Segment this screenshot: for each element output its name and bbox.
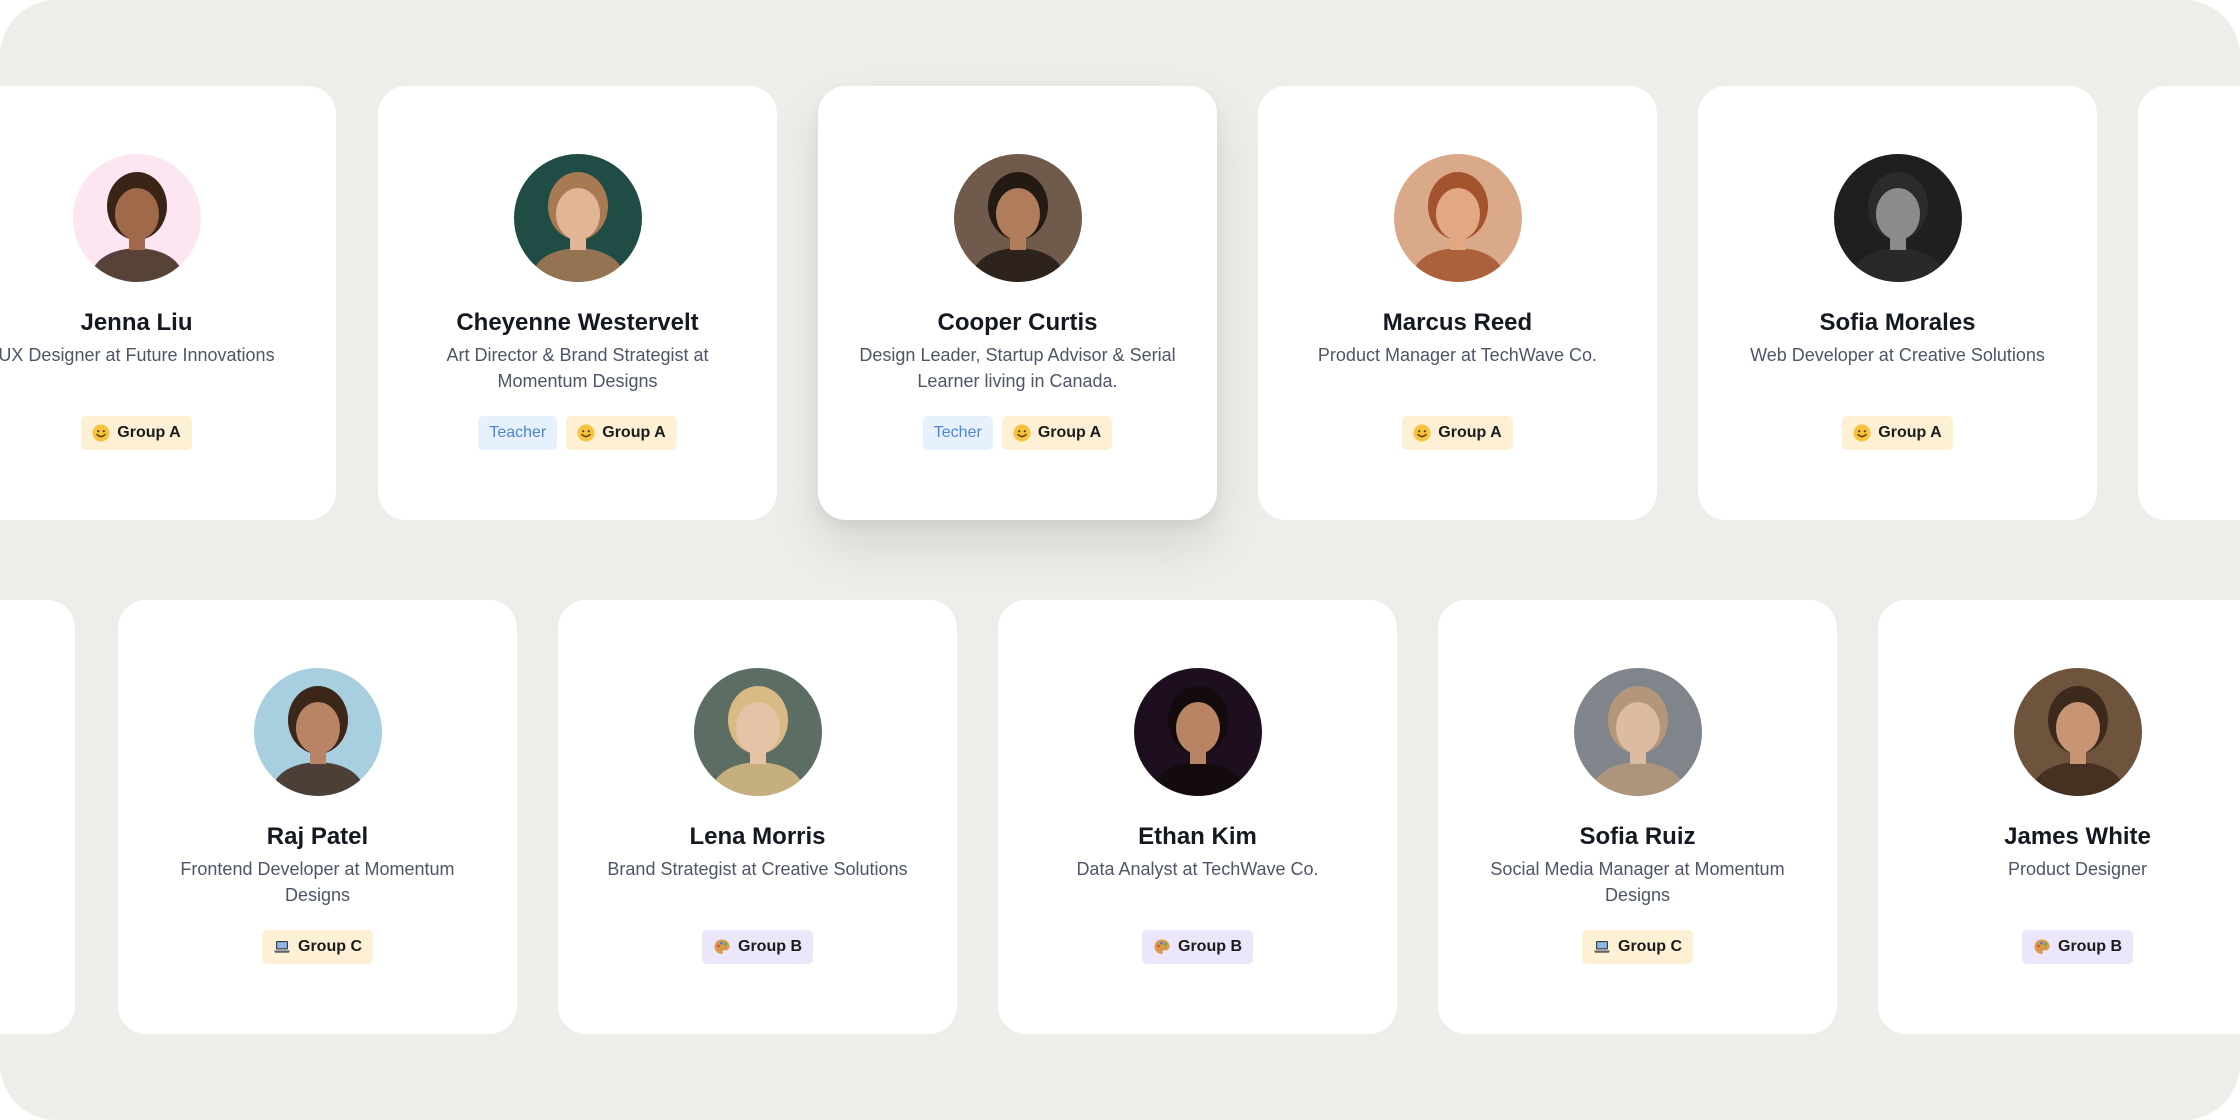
profile-name: Cooper Curtis: [937, 309, 1098, 336]
group-badge[interactable]: Group C: [1582, 930, 1693, 964]
profile-name: Sofia Ruiz: [1579, 823, 1696, 850]
profile-title: UX Designer at Future Innovations: [0, 345, 275, 365]
role-badge[interactable]: Techer: [922, 416, 993, 450]
profile-name: Cheyenne Westervelt: [456, 309, 699, 336]
profile-card-raj-patel[interactable]: Raj Patel Frontend Developer at Momentum …: [118, 600, 517, 1034]
group-badge[interactable]: Group A: [1842, 416, 1953, 450]
group-label: Group A: [602, 424, 666, 441]
group-label: Group C: [1618, 938, 1682, 955]
profile-card-marcus-reed[interactable]: Marcus Reed Product Manager at TechWave C…: [1258, 86, 1657, 520]
avatar: [1833, 154, 1962, 282]
group-label: Group A: [117, 424, 181, 441]
tag-list: Group C: [1438, 930, 1837, 964]
group-label: Group B: [2058, 938, 2122, 955]
tag-list: Group B: [1878, 930, 2240, 964]
avatar: [513, 154, 642, 282]
profile-title: Brand Strategist at Creative Solutions: [607, 859, 908, 879]
profile-card-james-white[interactable]: James White Product Designer Group B: [1878, 600, 2240, 1034]
profile-title: Data Analyst at TechWave Co.: [1076, 859, 1319, 879]
profile-card-jenna-liu[interactable]: Jenna Liu UX Designer at Future Innovatio…: [0, 86, 336, 520]
laptop-icon: [273, 938, 291, 956]
tag-list: Group A: [1698, 416, 2097, 450]
avatar: [693, 668, 822, 796]
profile-name: Sofia Morales: [1819, 309, 1976, 336]
group-label: Group A: [1878, 424, 1942, 441]
group-badge[interactable]: Group A: [1402, 416, 1513, 450]
tag-list: Group C: [118, 930, 517, 964]
group-badge[interactable]: Group A: [1001, 416, 1113, 450]
profile-name: Lena Morris: [689, 823, 826, 850]
card-row-bottom: Raj Patel Frontend Developer at Momentum …: [0, 600, 2240, 1036]
profile-name: James White: [2004, 823, 2151, 850]
laptop-icon: [1593, 938, 1611, 956]
palette-icon: [2033, 938, 2051, 956]
profile-card-lena-morris[interactable]: Lena Morris Brand Strategist at Creative …: [558, 600, 957, 1034]
profile-card-cooper-curtis[interactable]: Cooper Curtis Design Leader, Startup Advi…: [818, 86, 1217, 520]
profile-title: Art Director & Brand Strategist at Momen…: [446, 345, 709, 391]
tag-list: Techer Group A: [818, 416, 1217, 450]
avatar: [1573, 668, 1702, 796]
group-badge[interactable]: Group A: [566, 416, 677, 450]
profile-name: Marcus Reed: [1382, 309, 1533, 336]
group-badge[interactable]: Group B: [702, 930, 813, 964]
smile-icon: [1413, 424, 1431, 442]
tag-list: Group A: [1258, 416, 1657, 450]
profile-name: Raj Patel: [266, 823, 369, 850]
group-label: Group B: [1178, 938, 1242, 955]
group-badge[interactable]: Group A: [81, 416, 192, 450]
profile-title: D: [2173, 302, 2240, 328]
avatar: [1393, 154, 1522, 282]
smile-icon: [1853, 424, 1871, 442]
profile-card-blank[interactable]: [0, 600, 75, 1034]
group-label: Group A: [1438, 424, 1502, 441]
profile-title: Web Developer at Creative Solutions: [1750, 345, 2045, 365]
team-cards-canvas: Jenna Liu UX Designer at Future Innovatio…: [0, 0, 2240, 1120]
profile-name: Jenna Liu: [80, 309, 193, 336]
smile-icon: [1013, 424, 1031, 442]
profile-card-ethan-kim[interactable]: Ethan Kim Data Analyst at TechWave Co. Gro…: [998, 600, 1397, 1034]
profile-card-sofia-ruiz[interactable]: Sofia Ruiz Social Media Manager at Moment…: [1438, 600, 1837, 1034]
profile-name: Ethan Kim: [1138, 823, 1257, 850]
profile-title: Social Media Manager at Momentum Designs: [1490, 859, 1785, 905]
smile-icon: [577, 424, 595, 442]
avatar: [72, 154, 201, 282]
tag-list: Group B: [998, 930, 1397, 964]
avatar: [2013, 668, 2142, 796]
tag-list: Teacher Group A: [378, 416, 777, 450]
role-badge[interactable]: Teacher: [478, 416, 558, 450]
profile-title: Product Designer: [2007, 859, 2148, 879]
profile-title: Product Manager at TechWave Co.: [1317, 345, 1598, 365]
tag-list: Group A: [0, 416, 336, 450]
smile-icon: [92, 424, 110, 442]
avatar: [253, 668, 382, 796]
group-badge[interactable]: Group B: [2022, 930, 2133, 964]
profile-card-cheyenne-westervelt[interactable]: Cheyenne Westervelt Art Director & Brand …: [378, 86, 777, 520]
avatar: [953, 154, 1082, 282]
palette-icon: [713, 938, 731, 956]
profile-card-blank[interactable]: D: [2138, 86, 2240, 520]
tag-list: Group B: [558, 930, 957, 964]
profile-card-sofia-morales[interactable]: Sofia Morales Web Developer at Creative S…: [1698, 86, 2097, 520]
profile-title: Frontend Developer at Momentum Designs: [180, 859, 455, 905]
group-label: Group B: [738, 938, 802, 955]
group-label: Group A: [1037, 424, 1102, 441]
profile-title: Design Leader, Startup Advisor & Serial …: [859, 345, 1176, 391]
group-badge[interactable]: Group B: [1142, 930, 1253, 964]
card-row-top: Jenna Liu UX Designer at Future Innovatio…: [0, 86, 2240, 522]
group-badge[interactable]: Group C: [262, 930, 373, 964]
group-label: Group C: [298, 938, 362, 955]
palette-icon: [1153, 938, 1171, 956]
avatar: [1133, 668, 1262, 796]
